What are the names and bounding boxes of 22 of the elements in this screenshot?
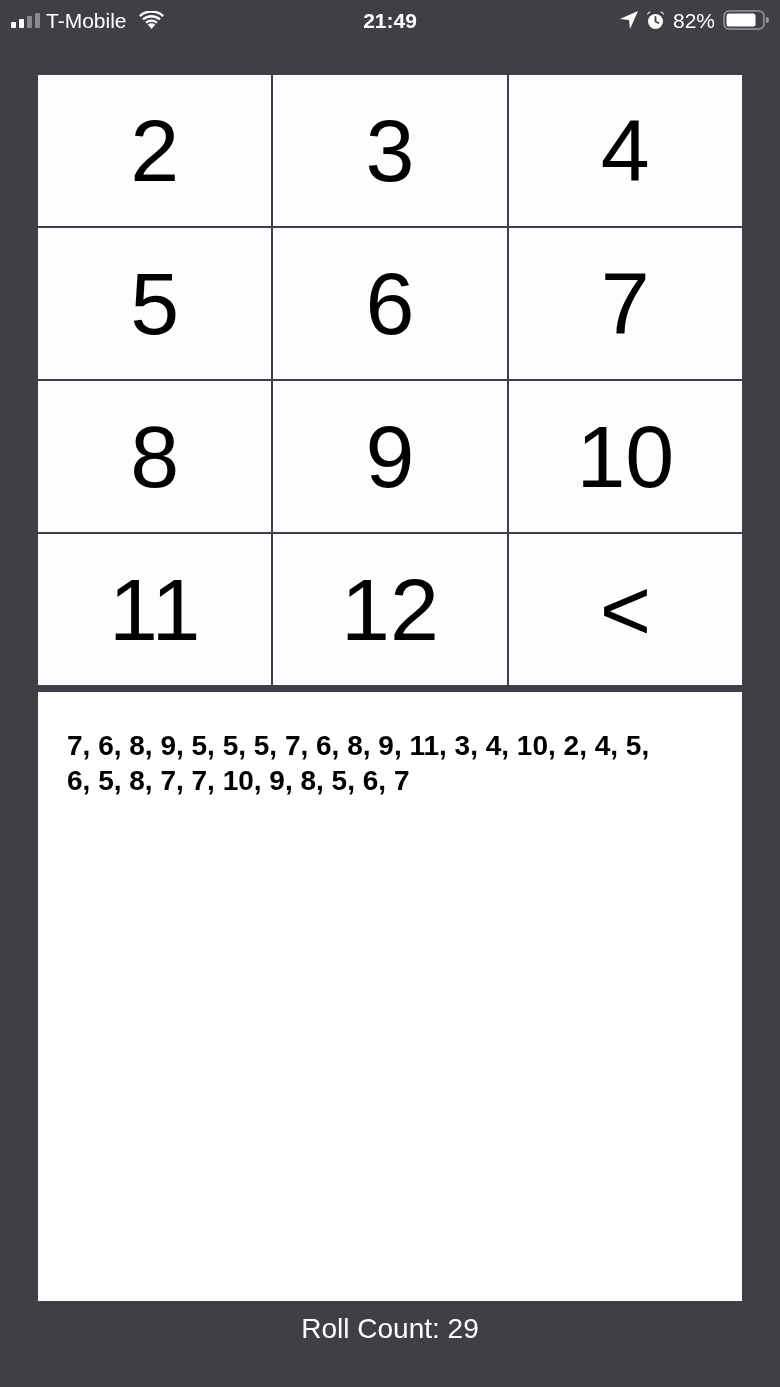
number-key[interactable]: 9 bbox=[273, 381, 507, 532]
wifi-icon bbox=[138, 11, 164, 29]
number-key[interactable]: < bbox=[508, 534, 742, 685]
number-key[interactable]: 11 bbox=[38, 534, 272, 685]
number-key[interactable]: 12 bbox=[273, 534, 507, 685]
number-key[interactable]: 5 bbox=[38, 228, 272, 379]
number-key[interactable]: 2 bbox=[38, 75, 272, 226]
number-key[interactable]: 8 bbox=[38, 381, 272, 532]
number-key[interactable]: 3 bbox=[273, 75, 507, 226]
number-key[interactable]: 4 bbox=[508, 75, 742, 226]
battery-icon bbox=[723, 10, 769, 30]
location-arrow-icon bbox=[619, 11, 638, 29]
battery-percentage: 82% bbox=[672, 9, 715, 31]
number-key[interactable]: 6 bbox=[273, 228, 507, 379]
roll-count-label: Roll Count: 29 bbox=[301, 1312, 479, 1346]
alarm-clock-icon bbox=[645, 10, 665, 30]
number-key[interactable]: 7 bbox=[508, 228, 742, 379]
signal-icon bbox=[11, 12, 40, 28]
carrier-name: T-Mobile bbox=[46, 9, 127, 31]
roll-history-text: 7, 6, 8, 9, 5, 5, 5, 7, 6, 8, 9, 11, 3, 4, 10, 2, 4, 5, 6, 5, 8, 7, 7, 10, 9, 8, 5, 6, 7 bbox=[67, 729, 651, 798]
number-key[interactable]: 10 bbox=[508, 381, 742, 532]
clock-time: 21:49 bbox=[363, 9, 417, 31]
